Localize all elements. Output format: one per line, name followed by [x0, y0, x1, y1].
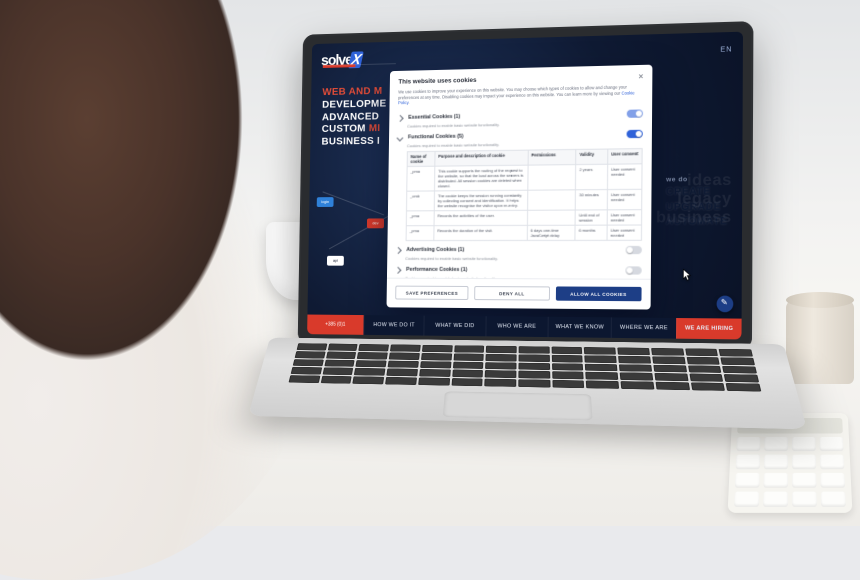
language-switch[interactable]: EN: [720, 46, 732, 53]
category-title[interactable]: Advertising Cookies (1): [406, 247, 619, 253]
chevron-down-icon[interactable]: [397, 134, 404, 141]
table-row: _ombThe cookie keeps the session running…: [406, 189, 641, 211]
allow-all-button[interactable]: Allow all cookies: [555, 286, 641, 301]
category-subtitle: Cookies required to enable basic website…: [405, 256, 642, 261]
cookie-table: Name of cookie Purpose and description o…: [406, 148, 643, 241]
keyword: UPGRADE: [666, 200, 728, 215]
th-purpose: Purpose and description of cookie: [435, 150, 528, 166]
cookie-category-performance: Performance Cookies (1) Cookies required…: [395, 266, 641, 279]
chevron-right-icon[interactable]: [397, 114, 404, 121]
laptop-base: [248, 338, 807, 430]
toggle-performance[interactable]: [625, 266, 641, 274]
nav-know[interactable]: WHAT WE KNOW: [548, 317, 612, 338]
table-row: _pmaRecords the duration of the visit.6 …: [406, 225, 642, 241]
nav-where[interactable]: WHERE WE ARE: [611, 317, 676, 338]
cookie-category-essential: Essential Cookies (1) Cookies required t…: [398, 109, 643, 128]
keyword: AUTOMATE: [666, 215, 728, 230]
chevron-right-icon[interactable]: [395, 246, 402, 253]
cookie-consent-modal: This website uses cookies × We use cooki…: [387, 65, 653, 310]
deny-all-button[interactable]: Deny all: [474, 286, 549, 301]
th-name: Name of cookie: [407, 151, 435, 166]
th-validity: Validity: [576, 149, 608, 165]
keyword: CREATE: [666, 185, 728, 200]
network-node: login: [317, 197, 334, 207]
nav-what-did[interactable]: WHAT WE DID: [424, 316, 486, 337]
cookie-category-functional: Functional Cookies (5) Cookies required …: [396, 130, 643, 241]
laptop-keyboard: [289, 343, 762, 391]
toggle-advertising[interactable]: [626, 246, 642, 254]
th-consent: User consent: [608, 149, 642, 165]
cookie-category-advertising: Advertising Cookies (1) Cookies required…: [396, 246, 642, 261]
hero-keywords: we do ideas CREATE legacy UPGRADE busine…: [666, 176, 728, 230]
modal-description: We use cookies to improve your experienc…: [398, 84, 643, 106]
nav-hiring[interactable]: WE ARE HIRING: [676, 318, 742, 339]
table-row: _pmaRecords the activities of the user.U…: [406, 210, 641, 226]
nav-phone[interactable]: +385 (0)1: [307, 315, 364, 335]
chat-fab[interactable]: [717, 296, 734, 313]
close-icon[interactable]: ×: [638, 72, 643, 81]
th-permissions: Permissions: [528, 149, 576, 165]
toggle-essential: [627, 109, 643, 117]
chevron-right-icon[interactable]: [395, 266, 402, 273]
photo-scene: solveX EN WEB AND M DEVELOPME ADVANCED C…: [0, 0, 860, 526]
laptop-screen: solveX EN WEB AND M DEVELOPME ADVANCED C…: [307, 32, 743, 340]
cursor-icon: [683, 269, 692, 281]
toggle-functional[interactable]: [627, 130, 643, 138]
table-row: _pmaThis cookie supports the routing of …: [407, 164, 642, 191]
modal-title: This website uses cookies: [398, 77, 476, 86]
main-nav: +385 (0)1 HOW WE DO IT WHAT WE DID WHO W…: [307, 315, 741, 340]
save-preferences-button[interactable]: Save preferences: [395, 286, 469, 300]
network-node: dev: [367, 218, 384, 228]
network-node: api: [327, 256, 344, 266]
keywords-lead: we do: [666, 176, 728, 184]
nav-who[interactable]: WHO WE ARE: [485, 316, 548, 337]
desk-cylinder: [786, 300, 854, 384]
category-title[interactable]: Essential Cookies (1): [408, 111, 620, 121]
nav-how[interactable]: HOW WE DO IT: [363, 315, 424, 336]
category-title[interactable]: Performance Cookies (1): [406, 267, 619, 274]
category-subtitle: Cookies required to enable basic website…: [407, 140, 643, 148]
laptop: solveX EN WEB AND M DEVELOPME ADVANCED C…: [268, 20, 785, 479]
laptop-trackpad: [443, 391, 593, 420]
category-title[interactable]: Functional Cookies (5): [408, 131, 621, 140]
